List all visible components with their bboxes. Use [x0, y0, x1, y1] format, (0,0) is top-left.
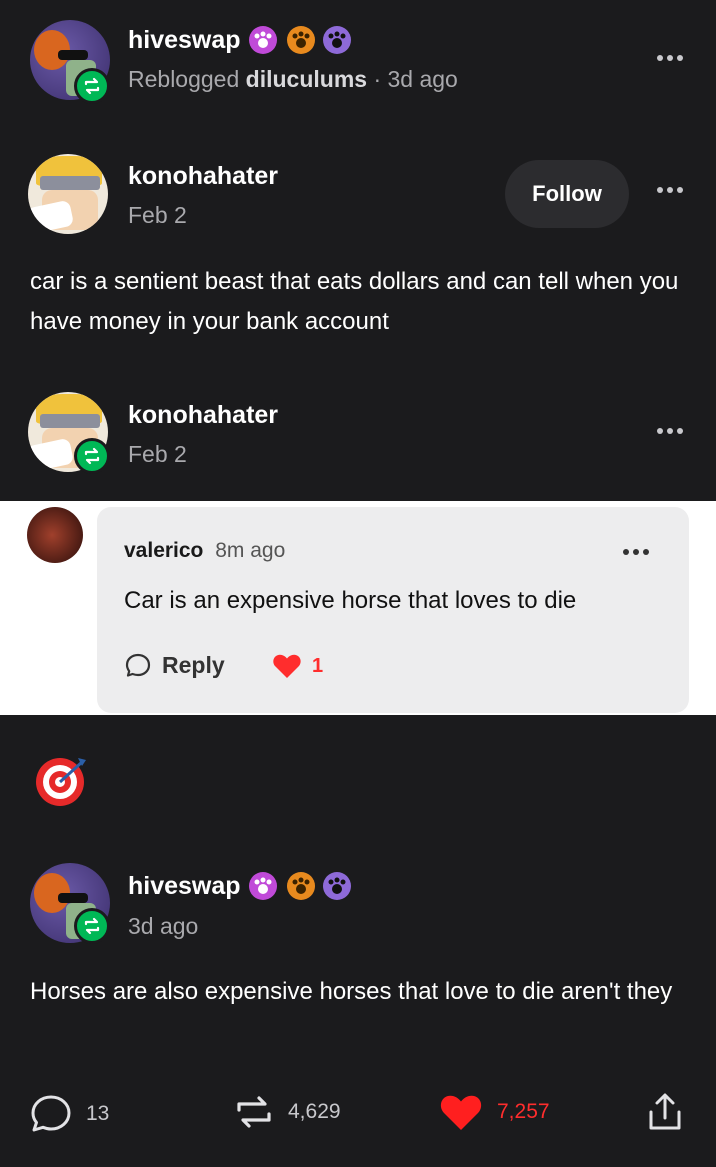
- likes-button[interactable]: 7,257: [439, 1092, 550, 1132]
- final-post-text: Horses are also expensive horses that lo…: [30, 978, 673, 1005]
- heart-icon: [273, 654, 301, 678]
- reply-card: valerico 8m ago Car is an expensive hors…: [97, 507, 689, 713]
- comments-count: 13: [86, 1102, 110, 1125]
- konohahater-avatar[interactable]: [28, 154, 108, 234]
- final-post-time: 3d ago: [128, 913, 199, 939]
- target-emoji: [34, 754, 88, 808]
- reblog-entry-date: Feb 2: [128, 441, 187, 467]
- original-post-date: Feb 2: [128, 202, 187, 228]
- more-dots-icon[interactable]: [657, 187, 683, 193]
- reply-like[interactable]: 1: [272, 653, 323, 679]
- likes-count: 7,257: [497, 1100, 550, 1123]
- more-dots-icon[interactable]: [657, 55, 683, 61]
- share-button[interactable]: [646, 1092, 684, 1137]
- reblog-icon: [74, 908, 110, 944]
- reblogger-username[interactable]: hiveswap: [128, 26, 241, 55]
- reblogs-button[interactable]: 4,629: [234, 1092, 341, 1132]
- reblog-icon: [74, 438, 110, 474]
- final-author-username[interactable]: hiveswap: [128, 872, 241, 901]
- paw-badge-icon: [323, 26, 351, 54]
- comments-button[interactable]: 13: [30, 1094, 109, 1134]
- reblog-time: · 3d ago: [373, 66, 458, 92]
- paw-badge-icon: [323, 872, 351, 900]
- valerico-avatar[interactable]: [27, 507, 83, 563]
- more-dots-icon[interactable]: [623, 549, 649, 555]
- original-post-text: car is a sentient beast that eats dollar…: [30, 268, 679, 335]
- share-icon: [649, 1093, 681, 1130]
- paw-badge-icon: [287, 26, 315, 54]
- heart-icon: [440, 1095, 482, 1130]
- reply-like-count: 1: [312, 654, 324, 677]
- paw-badge-icon: [249, 26, 277, 54]
- reply-text: Car is an expensive horse that loves to …: [124, 587, 577, 614]
- reply-screenshot: valerico 8m ago Car is an expensive hors…: [0, 501, 716, 715]
- comment-icon: [31, 1095, 71, 1132]
- reblog-icon: [237, 1096, 271, 1128]
- reblog-source-line: Reblogged diluculums · 3d ago: [128, 66, 458, 93]
- paw-badge-icon: [287, 872, 315, 900]
- reblog-icon: [74, 68, 110, 104]
- reblogged-from-username[interactable]: diluculums: [246, 66, 367, 92]
- reply-username[interactable]: valerico: [124, 539, 203, 562]
- more-dots-icon[interactable]: [657, 428, 683, 434]
- reblogs-count: 4,629: [288, 1100, 341, 1123]
- reply-button[interactable]: Reply: [124, 651, 225, 679]
- reblogged-label: Reblogged: [128, 66, 240, 92]
- original-author-username[interactable]: konohahater: [128, 162, 278, 191]
- follow-button[interactable]: Follow: [505, 160, 629, 228]
- reply-time: 8m ago: [215, 539, 286, 562]
- reply-bubble-icon: [125, 653, 151, 677]
- paw-badge-icon: [249, 872, 277, 900]
- reblog-entry-username[interactable]: konohahater: [128, 401, 278, 430]
- reply-label: Reply: [162, 651, 225, 678]
